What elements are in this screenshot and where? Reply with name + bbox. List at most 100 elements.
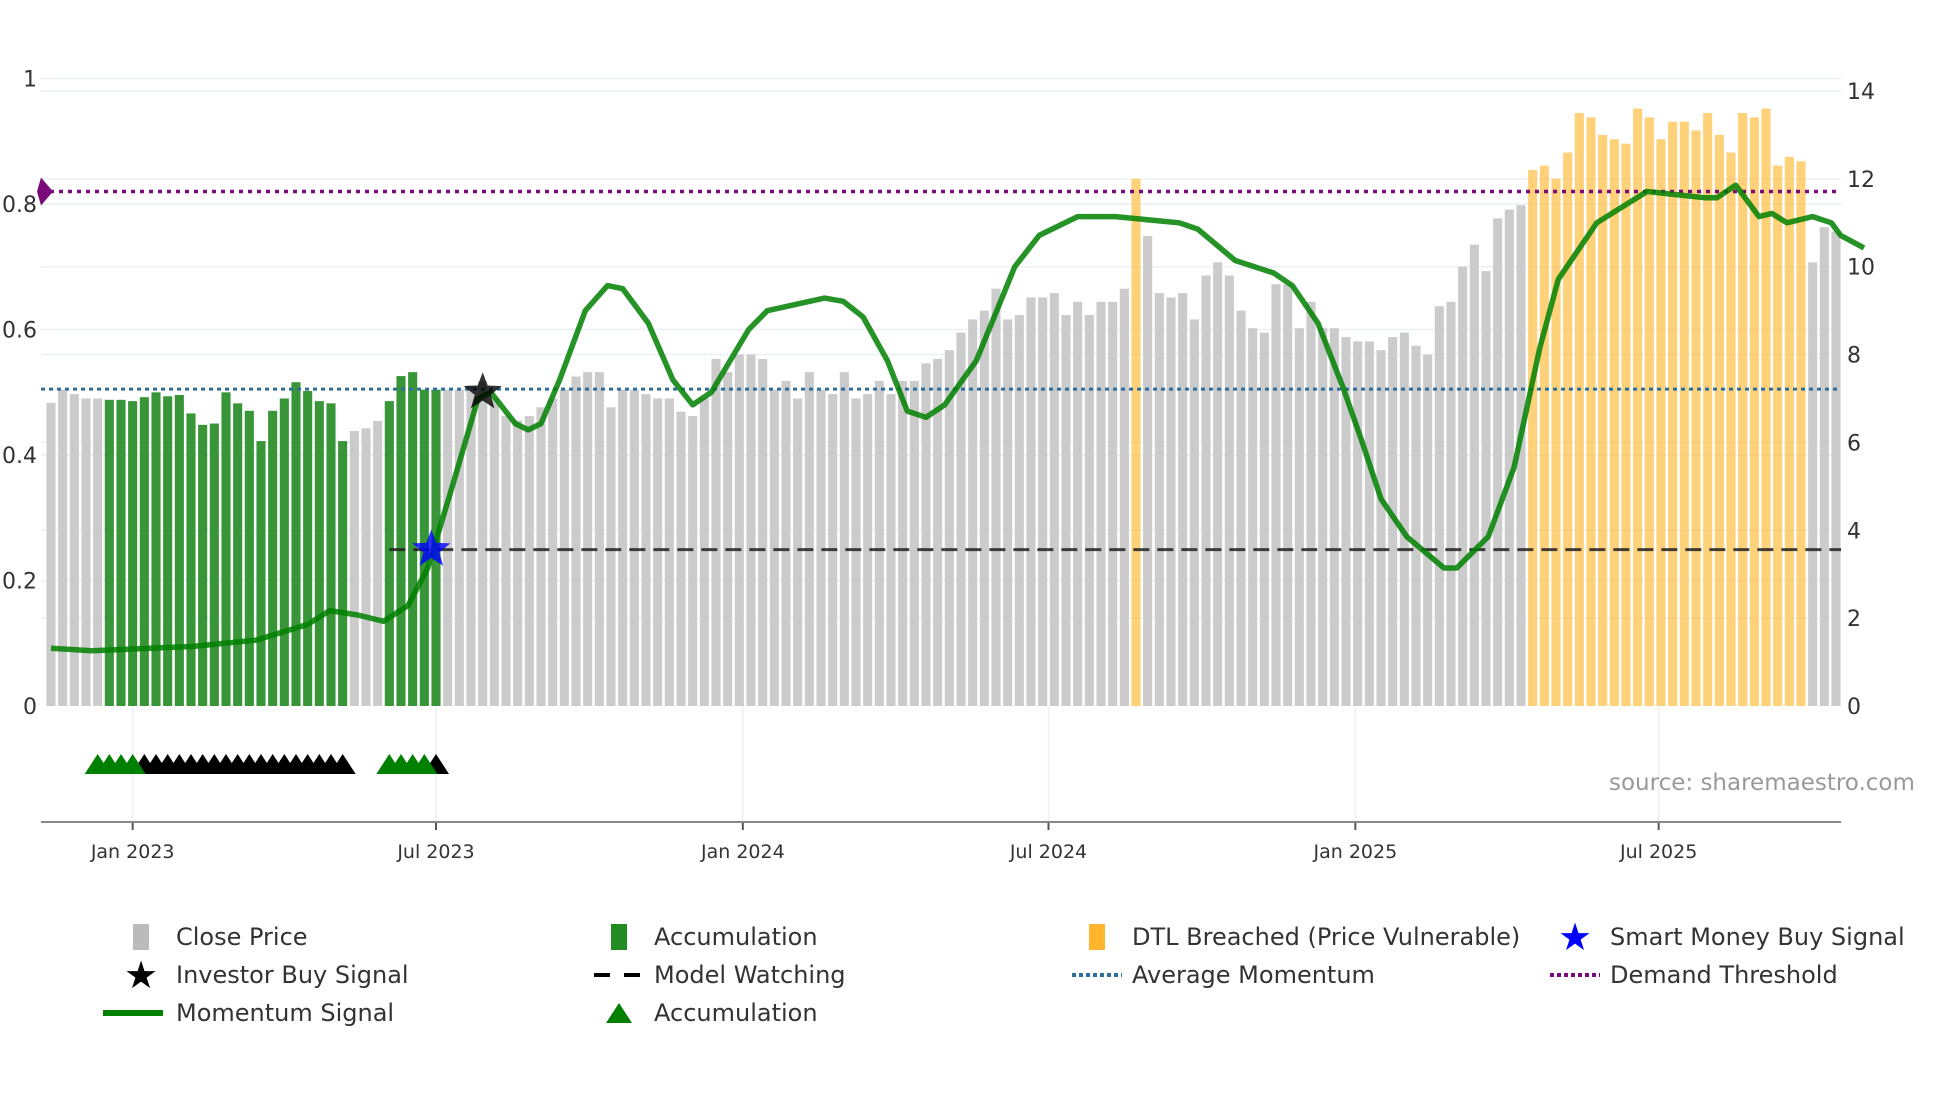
close-price-bar bbox=[1026, 297, 1036, 706]
chart: 00.20.40.60.8102468101214Jan 2023 Jul 202… bbox=[2, 68, 1875, 864]
dtl-breached-bar bbox=[1784, 156, 1794, 706]
accumulation-bar bbox=[279, 398, 289, 706]
close-price-bar bbox=[734, 354, 744, 706]
close-price-bar bbox=[478, 380, 488, 706]
left-tick-label: 0 bbox=[23, 695, 37, 720]
close-price-bar bbox=[1411, 345, 1421, 706]
close-price-bar bbox=[69, 394, 79, 706]
accumulation-bar bbox=[291, 382, 301, 706]
accumulation-bar bbox=[186, 413, 196, 706]
accumulation-bar bbox=[233, 403, 243, 706]
close-price-bar bbox=[723, 372, 733, 706]
close-price-bar bbox=[454, 389, 464, 706]
close-price-bar bbox=[1318, 328, 1328, 706]
left-tick-label: 0.2 bbox=[2, 570, 37, 595]
accumulation-bar bbox=[396, 376, 406, 706]
close-price-bar bbox=[1819, 227, 1829, 706]
close-price-bar bbox=[1458, 266, 1468, 706]
dtl-breached-bar bbox=[1773, 165, 1783, 706]
demand-threshold-marker bbox=[37, 177, 53, 206]
close-price-bar bbox=[548, 398, 558, 706]
accumulation-bar bbox=[116, 399, 126, 706]
right-tick-label: 2 bbox=[1847, 607, 1861, 632]
close-price-bar bbox=[1213, 262, 1223, 706]
close-price-bar bbox=[839, 372, 849, 706]
accumulation-bar bbox=[326, 403, 336, 706]
close-price-bar bbox=[349, 430, 359, 706]
left-tick-label: 1 bbox=[23, 68, 37, 93]
close-price-bar bbox=[874, 380, 884, 706]
close-price-bar bbox=[804, 372, 814, 706]
dtl-breached-bar bbox=[1714, 134, 1724, 706]
left-tick-label: 0.4 bbox=[2, 444, 37, 469]
left-tick-label: 0.8 bbox=[2, 193, 37, 218]
close-price-bar bbox=[793, 398, 803, 706]
close-price-bar bbox=[851, 398, 861, 706]
close-price-bar bbox=[1014, 315, 1024, 706]
close-price-bar bbox=[664, 398, 674, 706]
close-price-bar bbox=[1493, 218, 1503, 706]
dtl-breached-bar bbox=[1679, 121, 1689, 706]
close-price-bar bbox=[501, 416, 511, 706]
close-price-bar bbox=[968, 319, 978, 706]
close-price-bar bbox=[1073, 301, 1083, 706]
close-price-bar bbox=[1038, 297, 1048, 706]
close-price-bar bbox=[1108, 301, 1118, 706]
close-price-bar bbox=[758, 358, 768, 706]
x-tick-label: Jan 2024 bbox=[700, 841, 785, 863]
left-tick-label: 0.6 bbox=[2, 319, 37, 344]
dtl-breached-bar bbox=[1656, 139, 1666, 707]
close-price-bar bbox=[1504, 209, 1514, 706]
close-price-bar bbox=[629, 389, 639, 706]
close-price-bar bbox=[781, 380, 791, 706]
close-price-bar bbox=[1154, 293, 1164, 706]
close-price-bar bbox=[489, 398, 499, 706]
dtl-breached-bar bbox=[1609, 139, 1619, 707]
close-price-bar bbox=[46, 402, 56, 706]
close-price-bar bbox=[513, 420, 523, 706]
close-price-bar bbox=[81, 398, 91, 706]
accumulation-bar bbox=[104, 399, 114, 706]
close-price-bar bbox=[1329, 328, 1339, 706]
close-price-bar bbox=[1143, 235, 1153, 706]
close-price-bar bbox=[746, 354, 756, 706]
accumulation-bar bbox=[244, 410, 254, 706]
right-tick-label: 4 bbox=[1847, 519, 1861, 544]
accumulation-bar bbox=[174, 394, 184, 706]
dtl-breached-bar bbox=[1796, 161, 1806, 706]
close-price-bar bbox=[653, 398, 663, 706]
dtl-breached-bar bbox=[1761, 108, 1771, 706]
close-price-bar bbox=[524, 416, 534, 706]
right-tick-label: 14 bbox=[1847, 80, 1875, 105]
close-price-bar bbox=[1283, 284, 1293, 706]
close-price-bar bbox=[1248, 328, 1258, 706]
close-price-bar bbox=[373, 420, 383, 706]
close-price-bar bbox=[1294, 328, 1304, 706]
close-price-bar bbox=[93, 398, 103, 706]
accumulation-bar bbox=[384, 401, 394, 706]
dtl-breached-bar bbox=[1586, 117, 1596, 706]
close-price-bar bbox=[583, 372, 593, 706]
close-price-bar bbox=[1189, 319, 1199, 706]
dtl-breached-bar bbox=[1703, 112, 1713, 706]
dtl-breached-bar bbox=[1726, 152, 1736, 706]
dtl-breached-bar bbox=[1668, 121, 1678, 706]
dtl-breached-bar bbox=[1621, 143, 1631, 707]
close-price-bar bbox=[1434, 306, 1444, 706]
close-price-bar bbox=[711, 358, 721, 706]
close-price-bar bbox=[1364, 341, 1374, 706]
right-tick-label: 0 bbox=[1847, 695, 1861, 720]
accumulation-bar bbox=[256, 441, 266, 706]
accumulation-bar bbox=[139, 397, 149, 706]
close-price-bar bbox=[559, 389, 569, 706]
close-price-bar bbox=[594, 372, 604, 706]
close-price-bar bbox=[1224, 275, 1234, 706]
right-tick-label: 12 bbox=[1847, 168, 1875, 193]
x-tick-label: Jan 2023 bbox=[90, 841, 175, 863]
x-tick-label: Jul 2025 bbox=[1619, 841, 1697, 863]
dtl-breached-bar bbox=[1691, 130, 1701, 707]
close-price-bar bbox=[898, 380, 908, 706]
close-price-bar bbox=[979, 310, 989, 706]
close-price-bar bbox=[1831, 231, 1841, 706]
accumulation-bar bbox=[314, 401, 324, 706]
